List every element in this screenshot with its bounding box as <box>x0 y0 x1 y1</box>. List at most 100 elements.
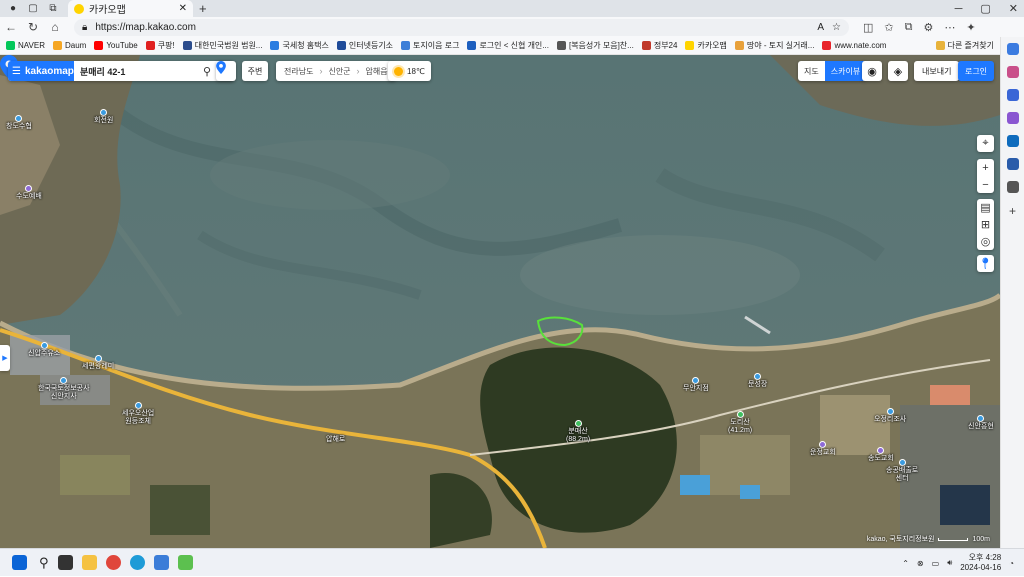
place-label[interactable]: 수도예배 <box>16 185 42 201</box>
place-label[interactable]: 문성장 <box>748 373 767 389</box>
bookmark-item[interactable]: 로그인 < 신협 개인... <box>467 40 549 51</box>
layers-button[interactable]: ◈ <box>888 61 908 81</box>
tab-actions-icon[interactable]: ▢ <box>26 2 40 16</box>
app-icon[interactable] <box>153 555 169 570</box>
back-button[interactable]: ← <box>0 20 22 34</box>
map-pin-icon[interactable]: 📍︎ <box>977 255 994 272</box>
edge-icon[interactable] <box>129 555 145 570</box>
place-label[interactable]: 세편왕레미 <box>82 355 114 371</box>
place-label[interactable]: 무안지점 <box>683 377 709 393</box>
place-label[interactable]: 운정교회 <box>810 441 836 457</box>
my-location-pin-button[interactable] <box>216 61 236 81</box>
search-taskbar-icon[interactable]: ⚲ <box>39 555 49 571</box>
bookmark-item[interactable]: www.nate.com <box>822 40 886 51</box>
tools-icon[interactable] <box>1006 89 1019 101</box>
copilot-icon[interactable]: ✦ <box>966 21 975 34</box>
zoom-out-button[interactable]: − <box>977 176 994 193</box>
chevron-up-icon[interactable]: ⌃ <box>902 559 909 568</box>
profile-icon[interactable]: ● <box>6 2 20 16</box>
volume-icon[interactable]: 🔊︎ <box>947 558 952 568</box>
place-label[interactable]: 송공배출로 센터 <box>886 459 918 483</box>
outlook-icon[interactable] <box>1006 135 1019 147</box>
bookmark-item[interactable]: YouTube <box>94 40 138 51</box>
weather-widget[interactable]: 18℃ <box>388 61 431 81</box>
favorite-star-icon[interactable]: ☆ <box>832 22 841 33</box>
place-label[interactable]: 한국국토정보공사 신안지사 <box>38 377 90 401</box>
search-input[interactable] <box>74 66 198 76</box>
place-marker-icon <box>40 342 48 349</box>
refresh-button[interactable]: ↻ <box>22 20 44 34</box>
bookmark-item[interactable]: 카카오맵 <box>685 40 727 51</box>
bookmark-item[interactable]: NAVER <box>6 40 45 51</box>
favorites-icon[interactable]: ✩ <box>884 21 893 34</box>
url-field[interactable]: 🔒︎ https://map.kakao.com A ☆ <box>74 18 849 36</box>
map-view[interactable]: 창도수협 회전원수도예배신압주유소세편왕레미한국국토정보공사 신안지사세우오산업 원등… <box>0 55 1000 548</box>
breadcrumb-county[interactable]: 신안군 <box>328 66 350 77</box>
bookmark-item[interactable]: 토지이음 로그 <box>401 40 459 51</box>
place-label[interactable]: 분매산 (88.2m) <box>566 420 590 444</box>
maximize-button[interactable]: ▢ <box>980 2 990 15</box>
area-tool-icon[interactable]: ⊞ <box>977 216 994 233</box>
map-type-skyview[interactable]: 스카이뷰 <box>824 61 867 81</box>
bookmark-item[interactable]: 국세청 홈택스 <box>270 40 329 51</box>
place-label[interactable]: 신압주유소 <box>28 342 60 358</box>
security-icon[interactable]: ⊗ <box>917 559 924 568</box>
minimize-button[interactable]: ─ <box>955 3 963 15</box>
bookmark-item[interactable]: [복음성가 모음]찬... <box>556 40 634 51</box>
drop-icon[interactable] <box>1006 181 1019 193</box>
place-label[interactable]: 창도수협 <box>6 115 32 131</box>
breadcrumb-town[interactable]: 압해읍 <box>366 66 388 77</box>
file-explorer-icon[interactable] <box>81 555 97 570</box>
more-menu-icon[interactable]: ⋯ <box>944 21 955 34</box>
office-icon[interactable] <box>1006 158 1019 170</box>
search-icon[interactable]: ⚲ <box>198 65 216 78</box>
task-view-icon[interactable] <box>57 555 73 570</box>
crosshair-icon[interactable]: ⌖ <box>977 135 994 152</box>
zoom-in-button[interactable]: + <box>977 159 994 176</box>
tab-kakaomap[interactable]: 카카오맵 ✕ <box>68 0 193 17</box>
login-button[interactable]: 로그인 <box>958 61 994 81</box>
roadview-button[interactable]: ◉ <box>862 61 882 81</box>
bookmark-item[interactable]: 대한민국법원 법원... <box>182 40 262 51</box>
kakaomap-logo[interactable]: ☰ kakaomap <box>8 61 74 81</box>
shopping-icon[interactable] <box>1006 66 1019 78</box>
close-tab-icon[interactable]: ✕ <box>179 3 187 14</box>
distance-tool-icon[interactable]: ▤ <box>977 199 994 216</box>
place-label[interactable]: 회전원 <box>94 109 113 125</box>
place-label[interactable]: 신안흥현 <box>968 415 994 431</box>
split-screen-icon[interactable]: ◫ <box>863 21 873 34</box>
sidebar-toggle-button[interactable]: ▶ <box>0 345 10 371</box>
read-aloud-icon[interactable]: A <box>817 22 824 33</box>
place-label[interactable]: 세우오산업 원등조체 <box>122 402 154 426</box>
map-type-map[interactable]: 지도 <box>798 61 825 81</box>
close-window-button[interactable]: ✕ <box>1009 2 1018 15</box>
radius-tool-icon[interactable]: ◎ <box>977 233 994 250</box>
network-icon[interactable]: ▭ <box>932 559 940 568</box>
breadcrumb-province[interactable]: 전라남도 <box>284 66 313 77</box>
bookmark-item[interactable]: Daum <box>52 40 86 51</box>
export-button[interactable]: 내보내기 <box>914 61 960 81</box>
site-info-icon[interactable]: 🔒︎ <box>82 22 87 33</box>
chrome-icon[interactable] <box>105 555 121 570</box>
games-icon[interactable] <box>1006 112 1019 124</box>
hamburger-menu-icon[interactable]: ☰ <box>12 66 21 77</box>
collections-icon[interactable]: ⧉ <box>905 21 913 34</box>
bookmark-item[interactable]: 쿠팡! <box>145 40 175 51</box>
kakao-app-icon[interactable] <box>177 555 193 570</box>
add-sidebar-icon[interactable]: + <box>1009 204 1016 218</box>
place-label[interactable]: 오정리조사 <box>874 408 906 424</box>
bookmark-item[interactable]: 정부24 <box>641 40 677 51</box>
extensions-icon[interactable]: ⚙ <box>923 21 933 34</box>
place-label[interactable]: 도리산 (41.2m) <box>728 411 752 435</box>
other-favorites[interactable]: 다른 즐겨찾기 <box>935 40 994 51</box>
new-tab-button[interactable]: + <box>199 1 207 16</box>
search-sidebar-icon[interactable] <box>1006 43 1019 55</box>
bookmark-item[interactable]: 땅야 - 토지 실거래... <box>734 40 814 51</box>
notification-icon[interactable]: ◔ <box>1009 559 1014 568</box>
clock[interactable]: 오후 4:28 2024-04-16 <box>960 553 1001 573</box>
home-button[interactable]: ⌂ <box>44 20 66 34</box>
windows-start-icon[interactable] <box>12 555 27 570</box>
workspaces-icon[interactable]: ⧉ <box>46 2 60 16</box>
bookmark-item[interactable]: 인터넷등기소 <box>336 40 393 51</box>
nearby-button[interactable]: 주변 <box>242 61 268 81</box>
